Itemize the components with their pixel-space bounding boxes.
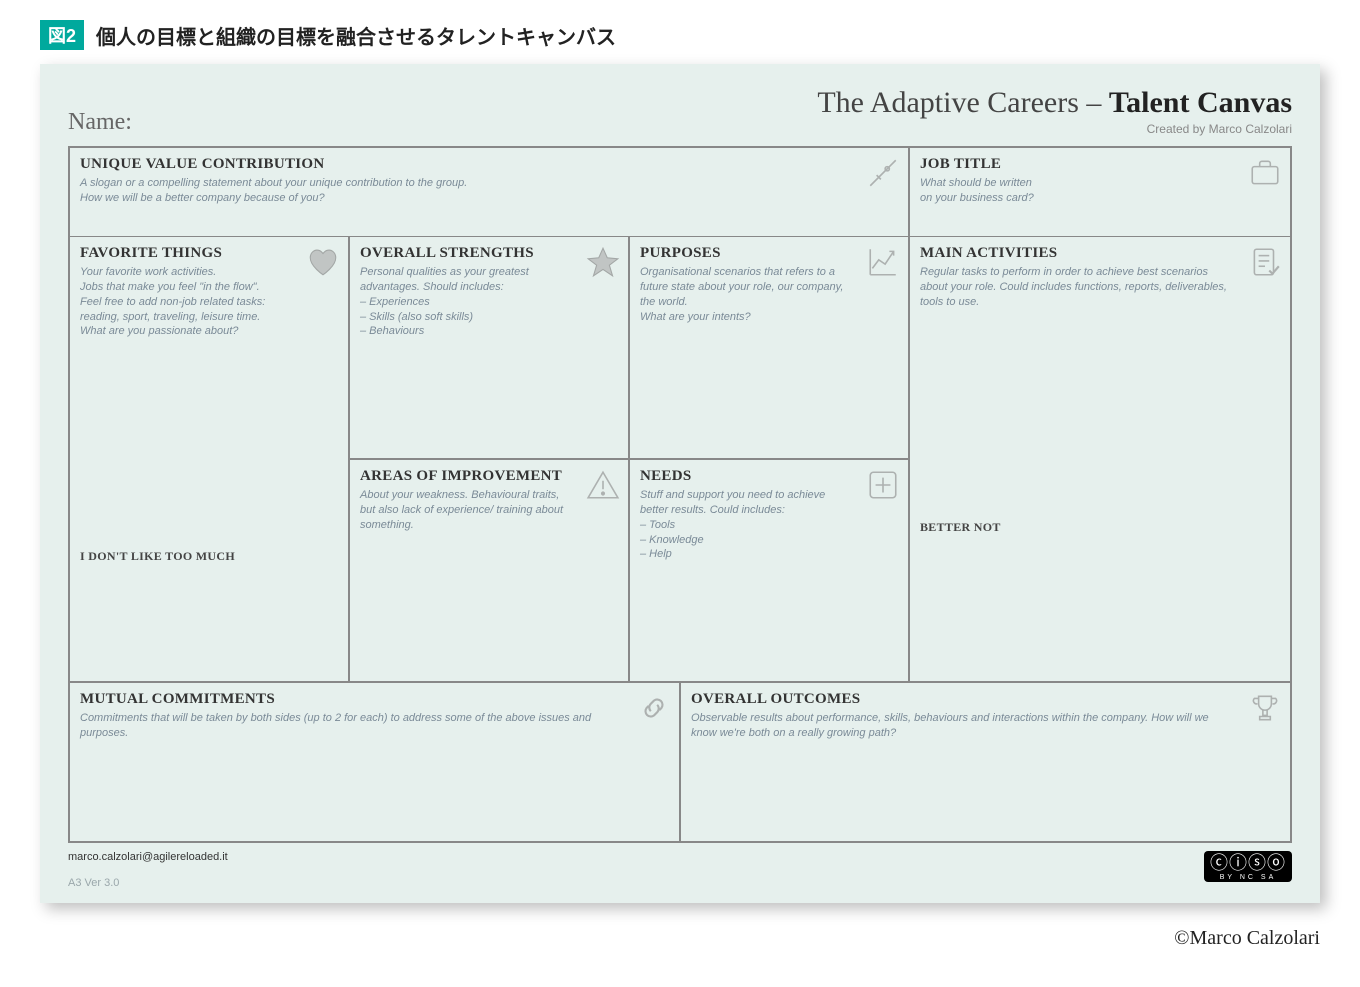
uvc-desc: A slogan or a compelling statement about… [80,176,898,206]
job-desc: What should be writtenon your business c… [920,176,1280,206]
figure-badge: 図2 [40,20,84,50]
heart-icon [306,245,340,279]
col-strengths-improve: OVERALL STRENGTHS Personal qualities as … [349,237,629,682]
fav-sublabel: I DON'T LIKE TOO MUCH [80,549,338,564]
canvas-grid: UNIQUE VALUE CONTRIBUTION A slogan or a … [68,146,1292,843]
needs-desc: Stuff and support you need to achieve be… [640,488,898,562]
briefcase-icon [1248,156,1282,190]
uvc-title: UNIQUE VALUE CONTRIBUTION [80,156,898,173]
outcomes-desc: Observable results about performance, sk… [691,711,1280,741]
checklist-icon [1248,245,1282,279]
canvas-header: Name: The Adaptive Careers – Talent Canv… [68,86,1292,136]
cc-icons: ⓒⓘⓢⓞ [1210,854,1286,872]
activities-title: MAIN ACTIVITIES [920,245,1280,262]
cell-favorite-things: FAVORITE THINGS Your favorite work activ… [69,237,349,682]
row-1: UNIQUE VALUE CONTRIBUTION A slogan or a … [69,147,1291,237]
figure-title: 個人の目標と組織の目標を融合させるタレントキャンバス [96,21,616,50]
title-prefix: The Adaptive Careers – [817,86,1109,119]
improve-desc: About your weakness. Behavioural traits,… [360,488,618,533]
cell-overall-strengths: OVERALL STRENGTHS Personal qualities as … [350,237,628,459]
cc-license-badge: ⓒⓘⓢⓞ BY NC SA [1204,851,1292,882]
chart-icon [866,245,900,279]
commit-desc: Commitments that will be taken by both s… [80,711,669,741]
row-3: MUTUAL COMMITMENTS Commitments that will… [69,682,1291,842]
strengths-title: OVERALL STRENGTHS [360,245,618,262]
row-2: FAVORITE THINGS Your favorite work activ… [69,237,1291,682]
cell-overall-outcomes: OVERALL OUTCOMES Observable results abou… [680,682,1291,842]
name-label: Name: [68,109,132,136]
cc-labels: BY NC SA [1210,874,1286,881]
col-purposes-needs: PURPOSES Organisational scenarios that r… [629,237,909,682]
trophy-icon [1248,691,1282,725]
image-credit: ©Marco Calzolari [40,927,1320,950]
needs-title: NEEDS [640,468,898,485]
purposes-title: PURPOSES [640,245,898,262]
job-title: JOB TITLE [920,156,1280,173]
warning-icon [586,468,620,502]
outcomes-title: OVERALL OUTCOMES [691,691,1280,708]
canvas-footer: marco.calzolari@agilereloaded.it A3 Ver … [68,851,1292,889]
cell-job-title: JOB TITLE What should be writtenon your … [909,147,1291,237]
cell-areas-improvement: AREAS OF IMPROVEMENT About your weakness… [350,459,628,681]
improve-title: AREAS OF IMPROVEMENT [360,468,618,485]
star-icon [586,245,620,279]
medical-cross-icon [866,468,900,502]
figure-header: 図2 個人の目標と組織の目標を融合させるタレントキャンバス [40,20,1320,50]
title-strong: Talent Canvas [1109,86,1292,119]
talent-canvas: Name: The Adaptive Careers – Talent Canv… [40,64,1320,903]
cell-mutual-commitments: MUTUAL COMMITMENTS Commitments that will… [69,682,680,842]
footer-left: marco.calzolari@agilereloaded.it A3 Ver … [68,851,228,889]
link-icon [637,691,671,725]
cell-purposes: PURPOSES Organisational scenarios that r… [630,237,908,459]
commit-title: MUTUAL COMMITMENTS [80,691,669,708]
fav-desc: Your favorite work activities.Jobs that … [80,265,338,339]
footer-version: A3 Ver 3.0 [68,877,228,889]
cell-main-activities: MAIN ACTIVITIES Regular tasks to perform… [909,237,1291,682]
purposes-desc: Organisational scenarios that refers to … [640,265,898,324]
rocket-icon [866,156,900,190]
created-by: Created by Marco Calzolari [817,122,1292,136]
cell-unique-value: UNIQUE VALUE CONTRIBUTION A slogan or a … [69,147,909,237]
strengths-desc: Personal qualities as your greatest adva… [360,265,618,339]
title-block: The Adaptive Careers – Talent Canvas Cre… [817,86,1292,136]
canvas-title: The Adaptive Careers – Talent Canvas [817,86,1292,120]
footer-email: marco.calzolari@agilereloaded.it [68,851,228,863]
activities-sublabel: BETTER NOT [920,520,1280,535]
fav-title: FAVORITE THINGS [80,245,338,262]
cell-needs: NEEDS Stuff and support you need to achi… [630,459,908,681]
activities-desc: Regular tasks to perform in order to ach… [920,265,1280,310]
